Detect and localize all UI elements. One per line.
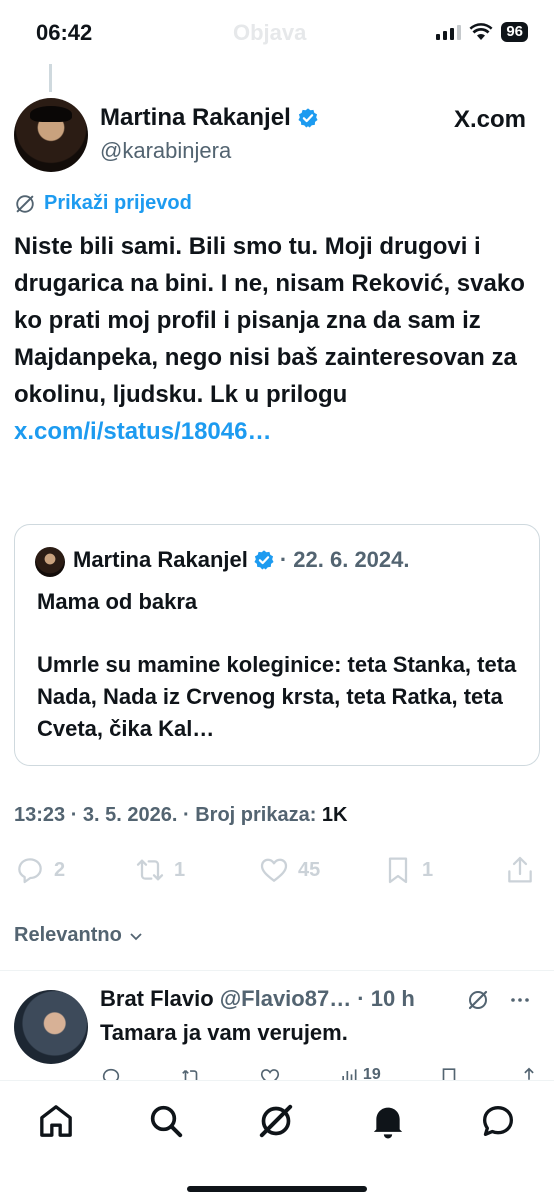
tweet-meta: 13:23 · 3. 5. 2026. · Broj prikaza: 1K — [14, 804, 348, 827]
tweet-body: Niste bili sami. Bili smo tu. Moji drugo… — [14, 233, 525, 408]
reply-header-icons — [466, 988, 532, 1012]
status-time: 06:42 — [36, 20, 93, 45]
reply-author-name[interactable]: Brat Flavio — [100, 986, 214, 1012]
grok-translate-icon — [16, 194, 34, 213]
more-options-icon[interactable] — [508, 988, 532, 1012]
bookmark-button[interactable]: 1 — [382, 854, 433, 886]
translate-link[interactable]: Prikaži prijevod — [14, 192, 192, 215]
tweet-link[interactable]: x.com/i/status/18046… — [14, 418, 271, 445]
translate-label[interactable]: Prikaži prijevod — [44, 192, 192, 215]
quoted-tweet-card[interactable]: Martina Rakanjel · 22. 6. 2024. Mama od … — [14, 524, 540, 766]
page-title: Objava — [233, 20, 307, 45]
quoted-author-avatar — [35, 547, 65, 577]
share-button[interactable] — [504, 854, 536, 886]
quoted-text-title: Mama od bakra — [37, 589, 198, 614]
divider — [0, 970, 554, 971]
chevron-down-icon — [130, 932, 142, 940]
repost-button[interactable]: 1 — [134, 854, 185, 886]
like-count: 45 — [298, 858, 321, 881]
quoted-header: Martina Rakanjel · 22. 6. 2024. — [73, 547, 410, 573]
bookmark-icon — [388, 857, 408, 884]
author-avatar[interactable] — [14, 98, 88, 172]
reply-text: Tamara ja vam verujem. — [100, 1020, 348, 1045]
quoted-date: · 22. 6. 2024. — [279, 547, 410, 572]
search-icon[interactable] — [146, 1101, 186, 1141]
bell-icon[interactable] — [368, 1101, 408, 1141]
status-bar: 06:42 Objava 96 — [0, 0, 554, 64]
home-indicator — [187, 1186, 367, 1192]
home-icon[interactable] — [36, 1101, 76, 1141]
reply-count: 2 — [54, 858, 66, 881]
messages-icon[interactable] — [478, 1101, 518, 1141]
tweet-text: Niste bili sami. Bili smo tu. Moji drugo… — [14, 228, 534, 450]
like-button[interactable]: 45 — [258, 854, 320, 886]
heart-icon — [260, 858, 288, 882]
author-name-row[interactable]: Martina Rakanjel — [100, 104, 319, 132]
quoted-author-name: Martina Rakanjel — [73, 547, 248, 572]
reply-author-avatar[interactable] — [14, 990, 88, 1064]
reply-sort-dropdown[interactable]: Relevantno — [14, 924, 144, 947]
status-icons: 96 — [436, 22, 528, 42]
sort-label[interactable]: Relevantno — [14, 924, 122, 947]
author-handle[interactable]: @karabinjera — [100, 138, 231, 164]
battery-indicator: 96 — [501, 22, 528, 42]
source-label: X.com — [453, 106, 526, 133]
view-count: 1K — [321, 804, 348, 826]
reply-header: Brat Flavio @Flavio87… · 10 h — [100, 986, 415, 1012]
thread-line — [49, 64, 52, 92]
wifi-icon — [469, 23, 493, 40]
quoted-text-body: Umrle su mamine koleginice: teta Stanka,… — [37, 652, 517, 741]
reply-button[interactable]: 2 — [14, 854, 65, 886]
verified-badge-icon — [254, 550, 274, 570]
share-icon — [508, 856, 532, 883]
reply-icon — [18, 858, 42, 884]
bottom-navigation — [0, 1080, 554, 1200]
verified-badge-icon — [298, 108, 318, 128]
author-name[interactable]: Martina Rakanjel — [100, 104, 291, 132]
repost-count: 1 — [174, 858, 186, 881]
repost-icon — [136, 859, 164, 881]
tweet-actions: 2 1 45 1 — [14, 848, 540, 894]
bookmark-count: 1 — [422, 858, 434, 881]
tweet-timestamp: 13:23 · 3. 5. 2026. · Broj prikaza: — [14, 804, 322, 826]
grok-icon[interactable] — [256, 1101, 296, 1141]
signal-icon — [436, 24, 462, 40]
reply-meta: @Flavio87… · 10 h — [219, 986, 415, 1011]
grok-icon[interactable] — [466, 988, 490, 1012]
